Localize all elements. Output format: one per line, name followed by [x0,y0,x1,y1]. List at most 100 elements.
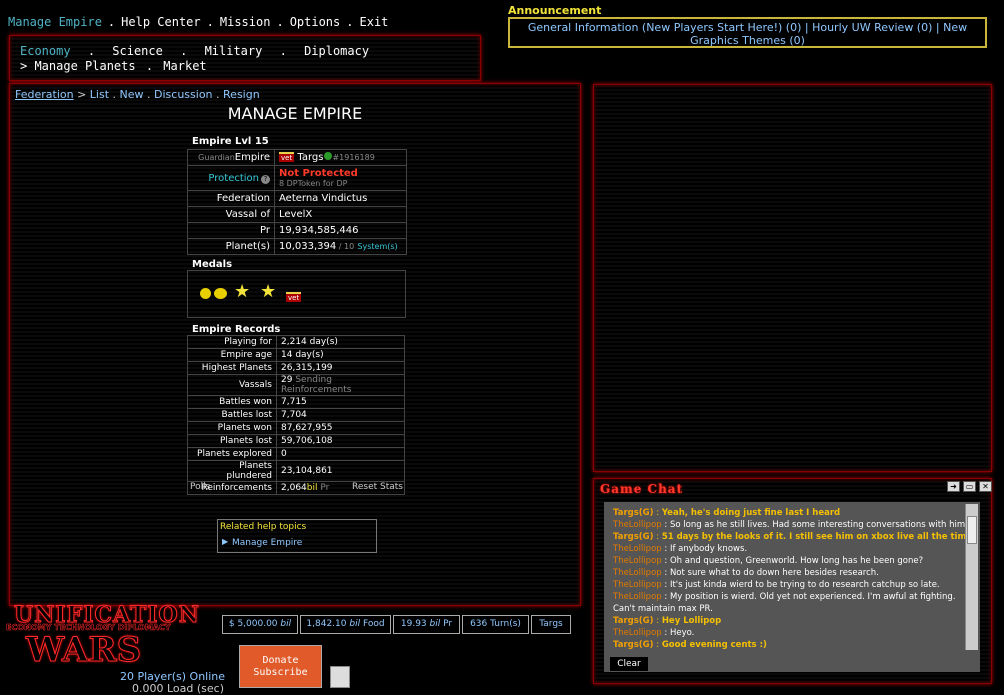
help-link-manage-empire[interactable]: Manage Empire [232,538,302,548]
record-value: 23,104,861 [276,460,405,482]
chat-separator: : [661,544,670,554]
record-label: Battles won [187,395,277,409]
record-label: Playing for [187,335,277,349]
systems-link[interactable]: System(s) [357,242,397,251]
table-row: Federation Aeterna Vindictus [187,190,407,207]
breadcrumb: Federation > List . New . Discussion . R… [15,88,260,101]
nav-mission[interactable]: Mission [220,15,271,29]
chat-author[interactable]: Targs(G) [613,508,654,518]
image-icon[interactable] [330,666,350,688]
subnav-military[interactable]: Military [205,44,263,58]
subnav-manage-planets[interactable]: > Manage Planets [20,59,136,73]
empire-id: #1916189 [332,153,375,162]
related-help-box: Related help topics ▶ Manage Empire [217,519,377,553]
close-icon[interactable]: ✕ [979,481,992,492]
chat-text: 51 days by the looks of it. I still see … [661,532,965,542]
chat-text: Heyo. [669,628,695,638]
chat-author[interactable]: TheLollipop [613,628,662,638]
chat-message: TheLollipop : My position is wierd. Old … [613,591,965,603]
crumb-discussion[interactable]: Discussion [154,88,213,101]
subnav-market[interactable]: Market [163,59,206,73]
crumb-federation[interactable]: Federation [15,88,74,101]
table-row: Planets explored 0 [187,447,405,461]
protection-note: 8 DPToken for DP [279,179,348,188]
popout-icon[interactable]: ➜ [947,481,960,492]
crumb-resign[interactable]: Resign [223,88,260,101]
medal-icon [214,288,227,299]
table-row: Planet(s) 10,033,394 / 10 System(s) [187,238,407,255]
money-unit: bil [280,619,292,629]
table-row: Vassal of LevelX [187,206,407,223]
subnav-diplomacy[interactable]: Diplomacy [304,44,369,58]
chat-separator: : [661,520,670,530]
pr-stat-unit: bil [429,619,441,629]
help-question-icon[interactable]: ? [261,174,270,184]
crumb-new[interactable]: New [120,88,144,101]
chat-message: TheLollipop : If anybody knows. [613,543,965,555]
chat-author[interactable]: Targs(G) [613,532,654,542]
protection-status: Not Protected [279,168,358,179]
chat-message: TheLollipop : Oh and question, Greenworl… [613,555,965,567]
reset-stats-link[interactable]: Reset Stats [352,482,403,492]
scrollbar-thumb[interactable] [967,516,977,544]
arrow-right-icon: ▶ [222,537,229,546]
server-load: 0.000 Load (sec) [132,682,225,695]
record-value: 87,627,955 [276,421,405,435]
subnav-science[interactable]: Science [112,44,163,58]
logo-line3: WARS [25,630,142,671]
chat-separator: : [653,616,662,626]
record-value: 59,706,108 [276,434,405,448]
vassal-value[interactable]: LevelX [274,206,407,223]
chat-author[interactable]: TheLollipop [613,592,662,602]
nav-exit[interactable]: Exit [360,15,389,29]
nav-manage-empire[interactable]: Manage Empire [8,15,102,29]
chat-author[interactable]: Targs(G) [613,640,654,650]
protection-status-cell: Not Protected 8 DPToken for DP [274,165,407,191]
guardian-label: Guardian [198,153,235,162]
record-value: 14 day(s) [276,348,405,362]
logo: UNIFICATION ECONOMY TECHNOLOGY DIPLOMACY… [6,602,200,672]
chat-author[interactable]: TheLollipop [613,580,662,590]
vet-medal-icon: vet [286,292,302,302]
chat-author[interactable]: TheLollipop [613,520,662,530]
record-label: Planets explored [187,447,277,461]
chat-message: TheLollipop : Heyo. [613,627,965,639]
user-stat[interactable]: Targs [531,615,571,634]
vassals-note: Sending Reinforcements [281,375,352,395]
federation-label: Federation [187,190,275,207]
record-value: 26,315,199 [276,361,405,375]
protection-label[interactable]: Protection [208,173,259,184]
chat-author[interactable]: TheLollipop [613,544,662,554]
pr-stat: 19.93 bil Pr [393,615,460,634]
reinforcements-unit: bil [306,483,318,493]
donate-subscribe-button[interactable]: Donate Subscribe [239,645,322,688]
polls-link[interactable]: Polls [190,482,210,492]
maximize-icon[interactable]: ▭ [963,481,976,492]
federation-value[interactable]: Aeterna Vindictus [274,190,407,207]
empire-name[interactable]: Targs [297,152,323,163]
pr-stat-label: Pr [443,619,453,629]
chat-text: Can't maintain max PR. [613,604,713,614]
chat-message: TheLollipop : Not sure what to do down h… [613,567,965,579]
turns-stat: 636 Turn(s) [462,615,529,634]
clear-chat-button[interactable]: Clear [610,657,648,671]
crumb-list[interactable]: List [90,88,109,101]
game-chat-panel: Game Chat ➜ ▭ ✕ Targs(G) : Yeah, he's do… [593,478,992,684]
nav-options[interactable]: Options [290,15,341,29]
food-stat: 1,842.10 bil Food [300,615,391,634]
food-unit: bil [349,619,361,629]
chat-author[interactable]: TheLollipop [613,556,662,566]
planets-label: Planet(s) [187,238,275,255]
subnav-economy[interactable]: Economy [20,44,71,58]
nav-help-center[interactable]: Help Center [121,15,200,29]
announcement-links[interactable]: General Information (New Players Start H… [508,17,987,48]
manage-empire-panel: Federation > List . New . Discussion . R… [9,83,581,606]
chat-author[interactable]: TheLollipop [613,568,662,578]
chat-separator: : [661,592,670,602]
table-row: Battles won 7,715 [187,395,405,409]
chat-author[interactable]: Targs(G) [613,616,654,626]
chat-scrollbar[interactable] [965,504,978,650]
star-medal-icon: ★ [260,281,277,302]
vet-badge-icon: vet [279,152,295,162]
pr-stat-value: 19.93 [400,619,427,629]
